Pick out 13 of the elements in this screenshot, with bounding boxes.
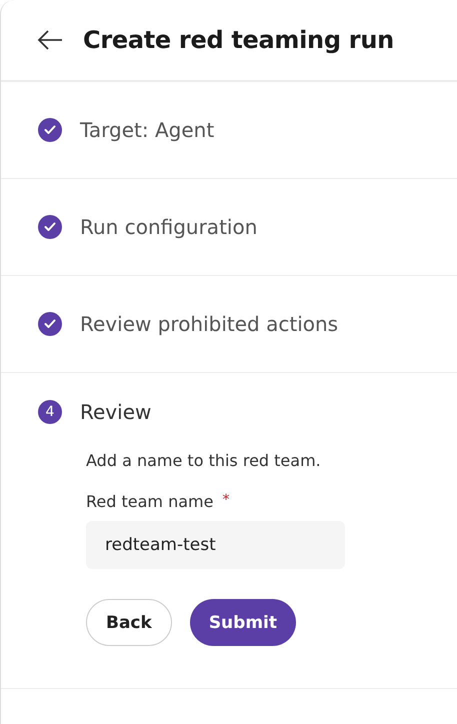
step-title[interactable]: Run configuration xyxy=(80,215,258,239)
step-title[interactable]: Review xyxy=(80,400,152,424)
required-mark: * xyxy=(222,492,230,508)
name-input-field[interactable]: redteam-test xyxy=(86,521,345,569)
step-title[interactable]: Review prohibited actions xyxy=(80,312,338,336)
description-text: Add a name to this red team. xyxy=(86,451,322,470)
page-title: Create red teaming run xyxy=(83,26,394,54)
back-button[interactable]: Back xyxy=(86,599,172,646)
submit-button[interactable]: Submit xyxy=(190,599,296,646)
back-arrow-icon[interactable] xyxy=(37,30,63,50)
step-number: 4 xyxy=(38,400,62,424)
field-label: Red team name xyxy=(86,492,214,511)
step-title[interactable]: Target: Agent xyxy=(80,118,214,142)
